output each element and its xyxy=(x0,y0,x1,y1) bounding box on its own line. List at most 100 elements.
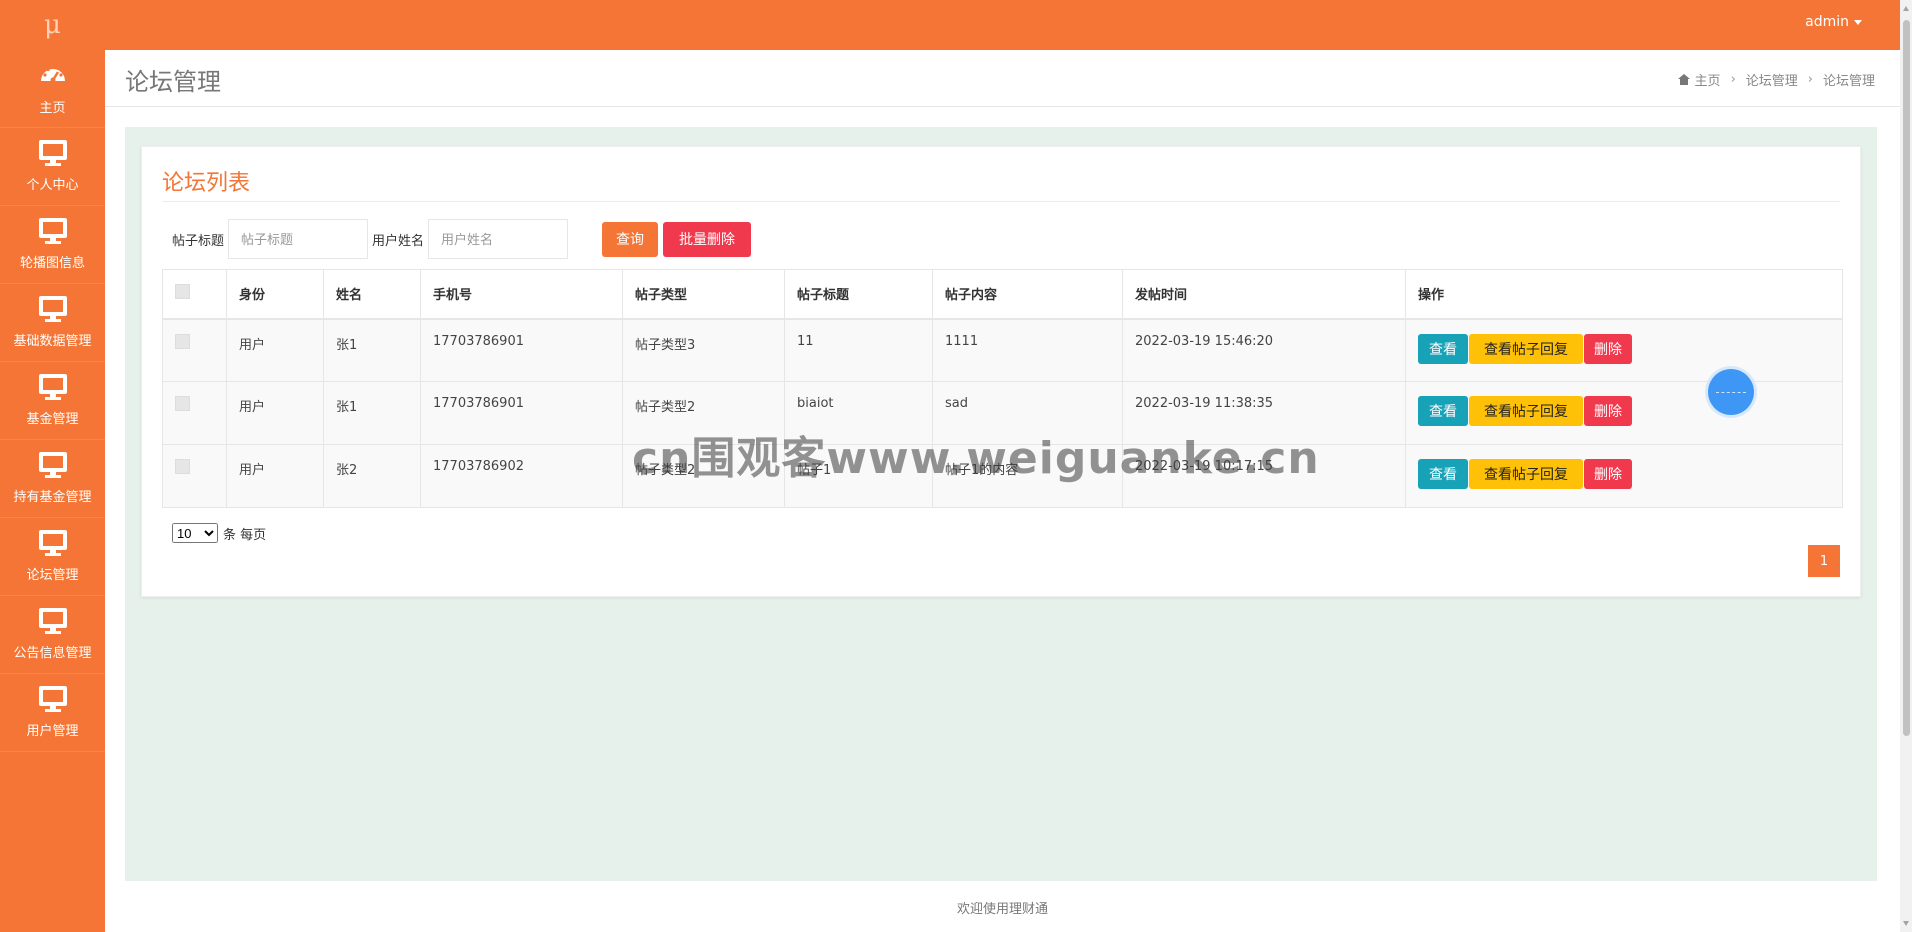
row-checkbox[interactable] xyxy=(175,459,190,474)
cell-post-title: biaiot xyxy=(784,381,933,445)
row-checkbox[interactable] xyxy=(175,396,190,411)
sidebar-item-carousel[interactable]: 轮播图信息 xyxy=(0,206,105,284)
sidebar-item-users[interactable]: 用户管理 xyxy=(0,674,105,752)
breadcrumb: 主页 › 论坛管理 › 论坛管理 xyxy=(1677,70,1875,89)
cell-identity: 用户 xyxy=(226,444,324,508)
cell-name: 张1 xyxy=(323,381,421,445)
view-replies-button[interactable]: 查看帖子回复 xyxy=(1469,333,1583,364)
page-scrollbar[interactable] xyxy=(1900,0,1912,932)
cell-post-content: 帖子1的内容 xyxy=(932,444,1123,508)
cell-post-type: 帖子类型2 xyxy=(622,444,785,508)
table-header-row: 身份 姓名 手机号 帖子类型 帖子标题 帖子内容 发帖时间 操作 xyxy=(162,269,1843,320)
cell-post-time: 2022-03-19 11:38:35 xyxy=(1122,381,1406,445)
cell-name: 张2 xyxy=(323,444,421,508)
query-button[interactable]: 查询 xyxy=(602,221,659,257)
delete-button[interactable]: 删除 xyxy=(1584,333,1632,364)
title-search-input[interactable] xyxy=(228,219,369,259)
cell-post-type: 帖子类型3 xyxy=(622,318,785,382)
page-size-control: 10 条 每页 xyxy=(172,523,266,543)
breadcrumb-separator: › xyxy=(1807,72,1813,87)
view-button[interactable]: 查看 xyxy=(1418,333,1468,364)
cell-post-time: 2022-03-19 15:46:20 xyxy=(1122,318,1406,382)
column-header: 发帖时间 xyxy=(1122,269,1406,320)
sidebar-item-fund[interactable]: 基金管理 xyxy=(0,362,105,440)
user-menu[interactable]: admin xyxy=(1805,14,1862,30)
sidebar-item-label: 论坛管理 xyxy=(26,568,79,583)
cell-actions: 查看 查看帖子回复 删除 xyxy=(1405,381,1843,445)
cell-post-content: sad xyxy=(932,381,1123,445)
row-select-cell xyxy=(162,381,227,445)
monitor-icon xyxy=(38,218,67,244)
dashboard-icon xyxy=(39,61,67,89)
scrollbar-thumb[interactable] xyxy=(1903,20,1910,736)
sidebar-item-label: 主页 xyxy=(39,101,66,116)
sidebar-item-forum[interactable]: 论坛管理 xyxy=(0,518,105,596)
cell-post-title: 11 xyxy=(784,318,933,382)
sidebar-item-label: 用户管理 xyxy=(26,724,79,739)
page-number-button[interactable]: 1 xyxy=(1808,545,1840,577)
page-size-select[interactable]: 10 xyxy=(172,523,218,543)
sidebar-item-home[interactable]: 主页 xyxy=(0,50,105,128)
sidebar-item-label: 轮播图信息 xyxy=(19,256,85,271)
breadcrumb-home[interactable]: 主页 xyxy=(1695,70,1721,89)
table-row: 用户 张1 17703786901 帖子类型3 11 1111 2022-03-… xyxy=(162,318,1843,382)
cell-identity: 用户 xyxy=(226,381,324,445)
page-size-suffix: 条 每页 xyxy=(223,527,267,543)
sidebar-item-label: 持有基金管理 xyxy=(13,490,92,505)
column-header: 身份 xyxy=(226,269,324,320)
sidebar-item-label: 个人中心 xyxy=(26,178,79,193)
monitor-icon xyxy=(38,452,67,478)
breadcrumb-section[interactable]: 论坛管理 xyxy=(1746,70,1798,89)
sidebar-item-basic-data[interactable]: 基础数据管理 xyxy=(0,284,105,362)
sidebar-item-label: 基金管理 xyxy=(26,412,79,427)
card-title: 论坛列表 xyxy=(162,171,251,196)
cell-post-title: 帖子1 xyxy=(784,444,933,508)
home-icon xyxy=(1677,74,1690,85)
view-replies-button[interactable]: 查看帖子回复 xyxy=(1469,459,1583,489)
delete-button[interactable]: 删除 xyxy=(1584,396,1632,426)
delete-button[interactable]: 删除 xyxy=(1584,459,1632,489)
view-replies-button[interactable]: 查看帖子回复 xyxy=(1469,396,1583,426)
monitor-icon xyxy=(38,608,67,634)
user-search-input[interactable] xyxy=(428,219,569,259)
dash-icon xyxy=(1716,391,1746,393)
sidebar-item-notice[interactable]: 公告信息管理 xyxy=(0,596,105,674)
search-bar: 帖子标题 用户姓名 查询 批量删除 xyxy=(172,219,752,259)
column-header: 手机号 xyxy=(420,269,623,320)
cell-post-time: 2022-03-19 10:17:15 xyxy=(1122,444,1406,508)
row-select-cell xyxy=(162,444,227,508)
scroll-up-icon[interactable] xyxy=(1903,6,1909,11)
monitor-icon xyxy=(38,296,67,322)
page-header: 论坛管理 主页 › 论坛管理 › 论坛管理 xyxy=(105,50,1900,107)
row-checkbox[interactable] xyxy=(175,333,190,349)
page-title: 论坛管理 xyxy=(125,68,221,96)
column-header: 姓名 xyxy=(323,269,421,320)
sidebar: 主页 个人中心 轮播图信息 基础数据管理 基金管理 持有基金管理 论坛管理 公告… xyxy=(0,50,105,932)
top-bar: μ admin xyxy=(0,0,1900,50)
cell-post-content: 1111 xyxy=(932,318,1123,382)
view-button[interactable]: 查看 xyxy=(1418,459,1468,489)
row-select-cell xyxy=(162,318,227,382)
table-row: 用户 张1 17703786901 帖子类型2 biaiot sad 2022-… xyxy=(162,381,1843,445)
monitor-icon xyxy=(38,374,67,400)
cell-name: 张1 xyxy=(323,318,421,382)
view-button[interactable]: 查看 xyxy=(1418,396,1468,426)
sidebar-item-holding-fund[interactable]: 持有基金管理 xyxy=(0,440,105,518)
cell-post-type: 帖子类型2 xyxy=(622,381,785,445)
sidebar-item-profile[interactable]: 个人中心 xyxy=(0,128,105,206)
forum-list-card: 论坛列表 帖子标题 用户姓名 查询 批量删除 身份 姓名 手机号 帖子类型 帖子… xyxy=(141,146,1861,597)
user-name: admin xyxy=(1805,14,1849,30)
cell-identity: 用户 xyxy=(226,318,324,382)
breadcrumb-separator: › xyxy=(1730,72,1736,87)
select-all-cell xyxy=(162,269,227,320)
batch-delete-button[interactable]: 批量删除 xyxy=(663,221,752,257)
caret-down-icon xyxy=(1854,19,1862,25)
select-all-checkbox[interactable] xyxy=(175,284,190,300)
scroll-down-icon[interactable] xyxy=(1903,921,1909,926)
cell-phone: 17703786901 xyxy=(420,318,623,382)
app-logo: μ xyxy=(44,10,61,40)
cell-phone: 17703786902 xyxy=(420,444,623,508)
floating-assistant-button[interactable] xyxy=(1708,369,1754,415)
column-header: 帖子标题 xyxy=(784,269,933,320)
monitor-icon xyxy=(38,686,67,712)
